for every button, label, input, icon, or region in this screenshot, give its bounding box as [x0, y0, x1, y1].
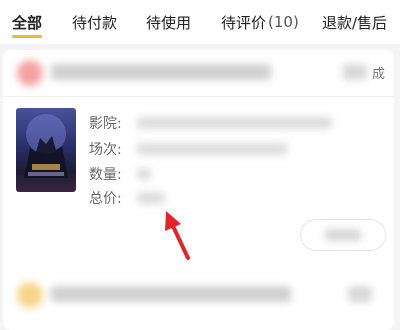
annotation-arrow-icon: [165, 211, 190, 260]
